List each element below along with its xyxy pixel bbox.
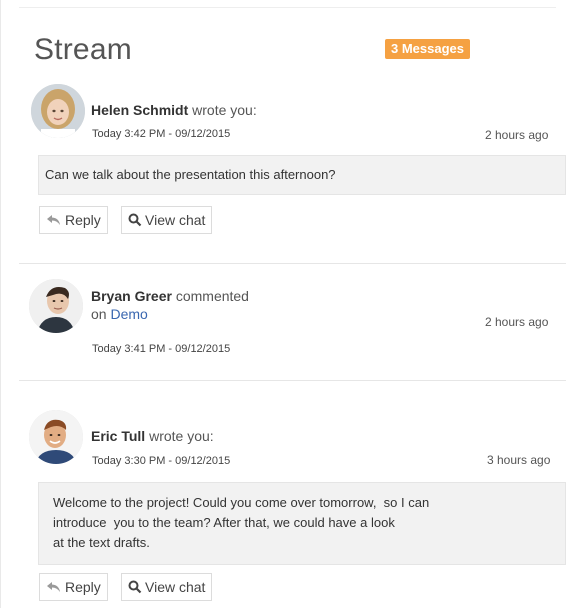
item-2-heading: Bryan Greer commented [91, 288, 249, 304]
item-2-target-line: on Demo [91, 306, 148, 322]
divider [19, 380, 566, 381]
item-3-heading: Eric Tull wrote you: [91, 428, 214, 444]
view-chat-label: View chat [145, 579, 206, 595]
avatar-eric-tull[interactable] [29, 410, 83, 464]
item-1-time-ago: 2 hours ago [485, 128, 549, 142]
action-text: wrote you: [192, 102, 257, 118]
search-icon [128, 213, 142, 227]
action-text: wrote you: [149, 428, 214, 444]
item-1-datetime: Today 3:42 PM - 09/12/2015 [92, 128, 231, 140]
reply-label: Reply [65, 579, 101, 595]
item-3-datetime: Today 3:30 PM - 09/12/2015 [92, 455, 231, 467]
item-3-reply-button[interactable]: Reply [39, 573, 108, 601]
author-name[interactable]: Helen Schmidt [91, 102, 188, 118]
author-name[interactable]: Eric Tull [91, 428, 145, 444]
item-3-message: Welcome to the project! Could you come o… [38, 482, 566, 565]
reply-label: Reply [65, 212, 101, 228]
demo-link[interactable]: Demo [110, 306, 147, 322]
author-name[interactable]: Bryan Greer [91, 288, 172, 304]
item-2-datetime: Today 3:41 PM - 09/12/2015 [92, 343, 231, 355]
avatar-bryan-greer[interactable] [29, 279, 83, 333]
stream-panel: Stream 3 Messages Helen Schmidt wrote yo… [0, 0, 566, 608]
top-divider [19, 7, 556, 8]
message-line: at the text drafts. [53, 535, 150, 550]
divider [19, 263, 566, 264]
item-1-reply-button[interactable]: Reply [39, 206, 108, 234]
page-title: Stream [34, 33, 132, 66]
messages-count-badge: 3 Messages [385, 39, 470, 59]
item-2-time-ago: 2 hours ago [485, 315, 549, 329]
on-text: on [91, 306, 107, 322]
item-1-view-chat-button[interactable]: View chat [121, 206, 213, 234]
reply-arrow-icon [46, 581, 62, 593]
item-3-time-ago: 3 hours ago [487, 453, 551, 467]
item-3-view-chat-button[interactable]: View chat [121, 573, 213, 601]
item-1-heading: Helen Schmidt wrote you: [91, 102, 257, 118]
action-text: commented [175, 288, 249, 304]
view-chat-label: View chat [145, 212, 206, 228]
message-line: introduce you to the team? After that, w… [53, 515, 395, 530]
item-1-message: Can we talk about the presentation this … [38, 155, 566, 195]
message-line: Welcome to the project! Could you come o… [53, 495, 430, 510]
search-icon [128, 580, 142, 594]
avatar-helen-schmidt[interactable] [31, 84, 85, 138]
reply-arrow-icon [46, 214, 62, 226]
